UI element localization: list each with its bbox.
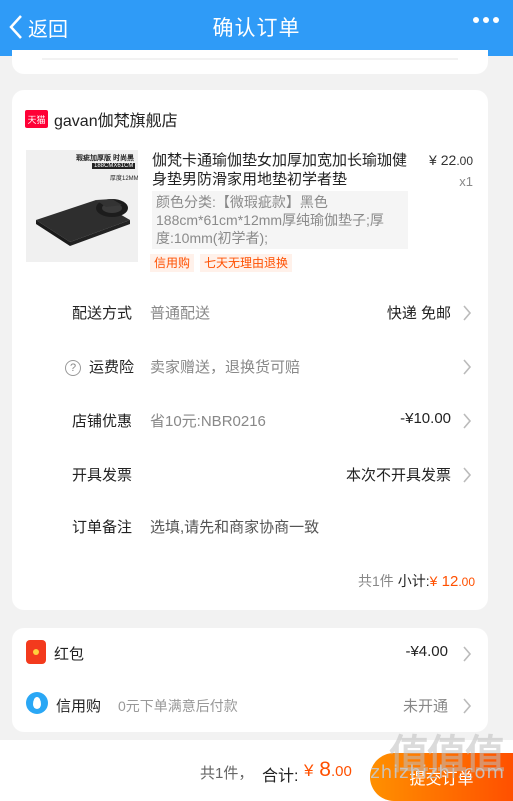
insurance-label: 运费险	[89, 359, 135, 376]
order-card: 天猫 gavan伽梵旗舰店 瑕疵加厚版 时尚黑 188CMX61CM 厚度12M…	[12, 90, 488, 610]
chevron-right-icon	[463, 359, 472, 375]
order-note-label: 订单备注	[72, 519, 133, 536]
shop-discount-code: 省10元:NBR0216	[150, 413, 266, 430]
shop-discount-amount: -¥10.00	[400, 410, 451, 427]
product-price: ¥ 22.00	[429, 152, 473, 168]
delivery-method: 快递 免邮	[386, 305, 451, 322]
shop-name: gavan伽梵旗舰店	[54, 113, 178, 130]
chevron-right-icon	[463, 413, 472, 429]
yoga-mat-illustration	[36, 199, 130, 246]
credit-purchase-status: 未开通	[402, 698, 448, 715]
subtotal-amount: ¥ 12.00	[429, 573, 475, 590]
shop-header[interactable]: 天猫 gavan伽梵旗舰店	[25, 107, 178, 131]
question-icon[interactable]: ?	[65, 360, 81, 376]
subtotal: 共1件 小计:¥ 12.00	[358, 571, 475, 591]
address-card-bottom[interactable]	[12, 50, 488, 74]
tag-credit-purchase: 信用购	[150, 254, 195, 272]
product-quantity: x1	[459, 174, 473, 189]
invoice-row[interactable]: 开具发票 本次不开具发票	[12, 458, 488, 488]
chevron-right-icon	[463, 646, 472, 662]
page-title: 确认订单	[212, 17, 301, 40]
total-amount: ¥ 8.00	[304, 758, 352, 781]
address-divider-decoration	[42, 58, 458, 60]
order-note-input[interactable]: 选填,请先和商家协商一致	[150, 516, 319, 537]
red-packet-icon	[26, 640, 46, 664]
chevron-right-icon	[463, 698, 472, 714]
freight-insurance-row[interactable]: ? 运费险 卖家赠送，退换货可赔	[12, 350, 488, 380]
credit-purchase-row[interactable]: 信用购 0元下单满意后付款 未开通	[12, 688, 488, 720]
invoice-value: 本次不开具发票	[345, 467, 451, 484]
credit-purchase-label: 信用购	[56, 698, 102, 715]
shop-discount-row[interactable]: 店铺优惠 省10元:NBR0216 -¥10.00	[12, 404, 488, 434]
invoice-label: 开具发票	[72, 467, 133, 484]
tag-seven-day-return: 七天无理由退换	[200, 254, 293, 272]
chevron-right-icon	[463, 305, 472, 321]
total-label: 合计:	[262, 768, 299, 785]
product-image[interactable]: 瑕疵加厚版 时尚黑 188CMX61CM 厚度12MM	[26, 150, 138, 262]
credit-purchase-icon	[26, 692, 48, 714]
subtotal-count: 共1件	[357, 573, 394, 589]
payment-card: 红包 -¥4.00 信用购 0元下单满意后付款 未开通	[12, 628, 488, 732]
red-packet-row[interactable]: 红包 -¥4.00	[12, 636, 488, 668]
tmall-logo-icon: 天猫	[25, 110, 48, 128]
red-packet-label: 红包	[54, 646, 85, 663]
total-count: 共1件，	[200, 765, 254, 782]
chevron-right-icon	[463, 467, 472, 483]
red-packet-amount: -¥4.00	[405, 643, 448, 660]
delivery-row[interactable]: 配送方式 普通配送 快递 免邮	[12, 296, 488, 326]
shop-discount-label: 店铺优惠	[72, 413, 133, 430]
more-menu-icon[interactable]	[473, 17, 499, 23]
order-note-row[interactable]: 订单备注 选填,请先和商家协商一致	[12, 510, 488, 540]
submit-order-button[interactable]: 提交订单	[370, 753, 513, 801]
subtotal-label: 小计:	[397, 573, 430, 589]
insurance-value: 卖家赠送，退换货可赔	[150, 359, 301, 376]
product-tags: 信用购 七天无理由退换	[150, 254, 293, 272]
delivery-label: 配送方式	[72, 305, 133, 322]
credit-purchase-desc: 0元下单满意后付款	[118, 698, 238, 714]
product-title[interactable]: 伽梵卡通瑜伽垫女加厚加宽加长瑜珈健身垫男防滑家用地垫初学者垫	[152, 151, 412, 189]
nav-bar: 返回 确认订单	[0, 0, 513, 56]
delivery-value: 普通配送	[150, 305, 211, 322]
product-sku[interactable]: 颜色分类:【微瑕疵款】黑色188cm*61cm*12mm厚纯瑜伽垫子;厚度:10…	[152, 191, 408, 249]
bottom-bar: 共1件， 合计: ¥ 8.00 提交订单	[0, 740, 513, 801]
